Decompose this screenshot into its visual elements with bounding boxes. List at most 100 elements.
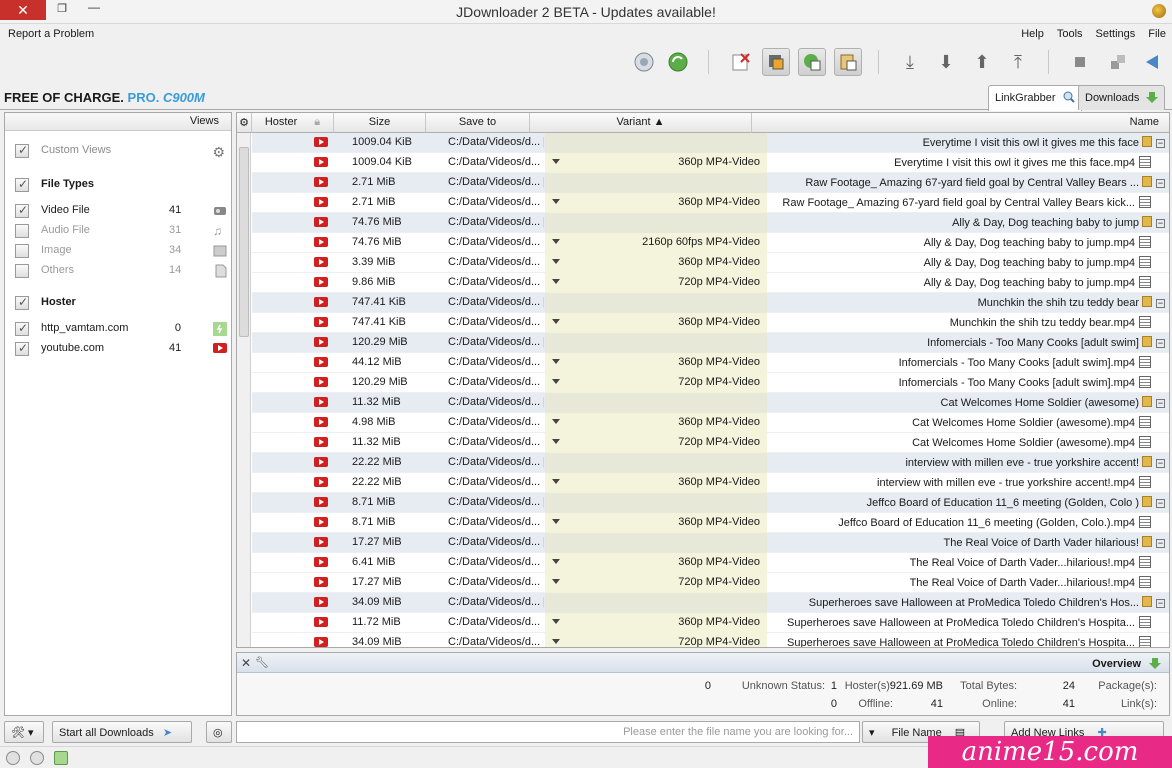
name-cell[interactable]: Ally & Day, Dog teaching baby to jump.mp… (765, 276, 1165, 289)
wrench-icon[interactable]: 🔧︎ (255, 656, 269, 669)
name-cell[interactable]: Munchkin the shih tzu teddy bear − (765, 296, 1165, 309)
column-size[interactable]: Size (334, 113, 426, 133)
save-to-cell[interactable]: C:/Data/Videos/d... (448, 416, 544, 428)
move-down-icon[interactable]: ⬇ (932, 48, 960, 76)
collapse-icon[interactable]: − (1156, 499, 1165, 508)
vertical-scrollbar[interactable] (237, 133, 251, 647)
settings-tools-button[interactable]: 🛠︎ ▾ (4, 721, 44, 743)
menu-settings[interactable]: Settings (1096, 28, 1136, 40)
save-to-cell[interactable]: C:/Data/Videos/d... [2] (448, 336, 544, 348)
gear-icon[interactable]: ⚙ (212, 144, 225, 161)
name-cell[interactable]: Jeffco Board of Education 11_6 meeting (… (765, 516, 1165, 529)
variant-select[interactable]: 360p MP4-Video (552, 556, 764, 568)
save-to-cell[interactable]: C:/Data/Videos/d... (448, 236, 544, 248)
name-cell[interactable]: interview with millen eve - true yorkshi… (765, 456, 1165, 469)
name-cell[interactable]: The Real Voice of Darth Vader hilarious!… (765, 536, 1165, 549)
menu-tools[interactable]: Tools (1057, 28, 1083, 40)
link-row[interactable]: 9.86 MiB C:/Data/Videos/d... 720p MP4-Vide… (252, 273, 1169, 293)
collapse-icon[interactable]: − (1156, 459, 1165, 468)
column-save-to[interactable]: Save to (426, 113, 530, 133)
save-to-cell[interactable]: C:/Data/Videos/d... (448, 376, 544, 388)
column-settings-icon[interactable]: ⚙ (237, 113, 252, 133)
save-to-cell[interactable]: C:/Data/Videos/d... (448, 436, 544, 448)
file-types-section[interactable]: File Types (5, 175, 231, 195)
filter-hoster-youtube[interactable]: youtube.com 41 (5, 339, 231, 359)
variant-select[interactable]: 360p MP4-Video (552, 516, 764, 528)
name-cell[interactable]: Superheroes save Halloween at ProMedica … (765, 616, 1165, 629)
name-cell[interactable]: Infomercials - Too Many Cooks [adult swi… (765, 356, 1165, 369)
start-all-downloads-button[interactable]: Start all Downloads ➤ (52, 721, 192, 743)
variant-select[interactable]: 720p MP4-Video (552, 376, 764, 388)
save-to-cell[interactable]: C:/Data/Videos/d... (448, 556, 544, 568)
save-to-cell[interactable]: C:/Data/Videos/d... (448, 156, 544, 168)
name-cell[interactable]: Superheroes save Halloween at ProMedica … (765, 636, 1165, 647)
collapse-icon[interactable]: − (1156, 539, 1165, 548)
collapse-icon[interactable]: − (1156, 179, 1165, 188)
name-cell[interactable]: Cat Welcomes Home Soldier (awesome).mp4 (765, 436, 1165, 449)
variant-select[interactable]: 720p MP4-Video (552, 276, 764, 288)
filter-audio-file[interactable]: Audio File 31 ♫ (5, 221, 231, 241)
hoster-checkbox[interactable] (15, 295, 29, 310)
save-to-cell[interactable]: C:/Data/Videos/d... (448, 276, 544, 288)
save-to-cell[interactable]: C:/Data/Videos/d... [2] (448, 536, 544, 548)
variant-select[interactable]: 360p MP4-Video (552, 256, 764, 268)
filter-image[interactable]: Image 34 (5, 241, 231, 261)
variant-select[interactable]: 720p MP4-Video (552, 636, 764, 647)
link-row[interactable]: 747.41 KiB C:/Data/Videos/d... 360p MP4-Vi… (252, 313, 1169, 333)
variant-select[interactable]: 2160p 60fps MP4-Video (552, 236, 764, 248)
save-to-cell[interactable]: C:/Data/Videos/d... (448, 476, 544, 488)
package-row[interactable]: 11.32 MiB C:/Data/Videos/d... [2] Cat Welc… (252, 393, 1169, 413)
save-to-cell[interactable]: C:/Data/Videos/d... (448, 636, 544, 647)
tab-linkgrabber[interactable]: LinkGrabber (988, 85, 1082, 111)
collapse-icon[interactable]: − (1156, 339, 1165, 348)
filter-hoster-vamtam[interactable]: http_vamtam.com 0 (5, 319, 231, 339)
report-problem-link[interactable]: Report a Problem (8, 28, 94, 40)
link-row[interactable]: 11.72 MiB C:/Data/Videos/d... 360p MP4-Vid… (252, 613, 1169, 633)
plugin-icon[interactable] (54, 751, 68, 765)
scrollbar-thumb[interactable] (239, 147, 249, 337)
move-top-icon[interactable]: ⤒ (1004, 48, 1032, 76)
link-row[interactable]: 6.41 MiB C:/Data/Videos/d... 360p MP4-Vide… (252, 553, 1169, 573)
file-types-checkbox[interactable] (15, 177, 29, 192)
name-cell[interactable]: Infomercials - Too Many Cooks [adult swi… (765, 376, 1165, 389)
package-row[interactable]: 1009.04 KiB C:/Data/Videos/d... [1] Everyt… (252, 133, 1169, 153)
tab-downloads[interactable]: Downloads (1078, 85, 1166, 110)
package-row[interactable]: 747.41 KiB C:/Data/Videos/d... [1] Munchki… (252, 293, 1169, 313)
variant-select[interactable]: 360p MP4-Video (552, 356, 764, 368)
variant-select[interactable]: 360p MP4-Video (552, 196, 764, 208)
name-cell[interactable]: Cat Welcomes Home Soldier (awesome).mp4 (765, 416, 1165, 429)
save-to-cell[interactable]: C:/Data/Videos/d... [1] (448, 456, 544, 468)
package-row[interactable]: 2.71 MiB C:/Data/Videos/d... [1] Raw Foota… (252, 173, 1169, 193)
youtube-checkbox[interactable] (15, 341, 29, 356)
package-row[interactable]: 17.27 MiB C:/Data/Videos/d... [2] The Real… (252, 533, 1169, 553)
save-to-cell[interactable]: C:/Data/Videos/d... (448, 356, 544, 368)
link-row[interactable]: 8.71 MiB C:/Data/Videos/d... 360p MP4-Vide… (252, 513, 1169, 533)
package-row[interactable]: 8.71 MiB C:/Data/Videos/d... [1] Jeffco Bo… (252, 493, 1169, 513)
search-input[interactable]: Please enter the file name you are looki… (236, 721, 860, 743)
save-to-cell[interactable]: C:/Data/Videos/d... [1] (448, 176, 544, 188)
link-row[interactable]: 11.32 MiB C:/Data/Videos/d... 720p MP4-Vid… (252, 433, 1169, 453)
reconnect-icon[interactable] (630, 48, 658, 76)
collapse-icon[interactable]: − (1156, 399, 1165, 408)
link-row[interactable]: 17.27 MiB C:/Data/Videos/d... 720p MP4-Vid… (252, 573, 1169, 593)
save-to-cell[interactable]: C:/Data/Videos/d... [2] (448, 596, 544, 608)
save-to-cell[interactable]: C:/Data/Videos/d... [1] (448, 496, 544, 508)
name-cell[interactable]: Everytime I visit this owl it gives me t… (765, 156, 1165, 169)
pause-icon[interactable] (1104, 48, 1132, 76)
variant-select[interactable]: 360p MP4-Video (552, 616, 764, 628)
name-cell[interactable]: Ally & Day, Dog teaching baby to jump.mp… (765, 236, 1165, 249)
others-checkbox[interactable] (15, 264, 29, 278)
name-cell[interactable]: Ally & Day, Dog teaching baby to jump − (765, 216, 1165, 229)
name-cell[interactable]: Ally & Day, Dog teaching baby to jump.mp… (765, 256, 1165, 269)
variant-select[interactable]: 360p MP4-Video (552, 316, 764, 328)
link-row[interactable]: 2.71 MiB C:/Data/Videos/d... 360p MP4-Vide… (252, 193, 1169, 213)
video-file-checkbox[interactable] (15, 203, 29, 218)
image-checkbox[interactable] (15, 244, 29, 258)
column-variant[interactable]: Variant ▲ (530, 113, 752, 133)
package-row[interactable]: 34.09 MiB C:/Data/Videos/d... [2] Superher… (252, 593, 1169, 613)
variant-select[interactable]: 360p MP4-Video (552, 476, 764, 488)
collapse-icon[interactable]: − (1156, 299, 1165, 308)
save-to-cell[interactable]: C:/Data/Videos/d... [3] (448, 216, 544, 228)
auto-reconnect-icon[interactable] (798, 48, 826, 76)
add-list-button[interactable]: ◎ (206, 721, 232, 743)
